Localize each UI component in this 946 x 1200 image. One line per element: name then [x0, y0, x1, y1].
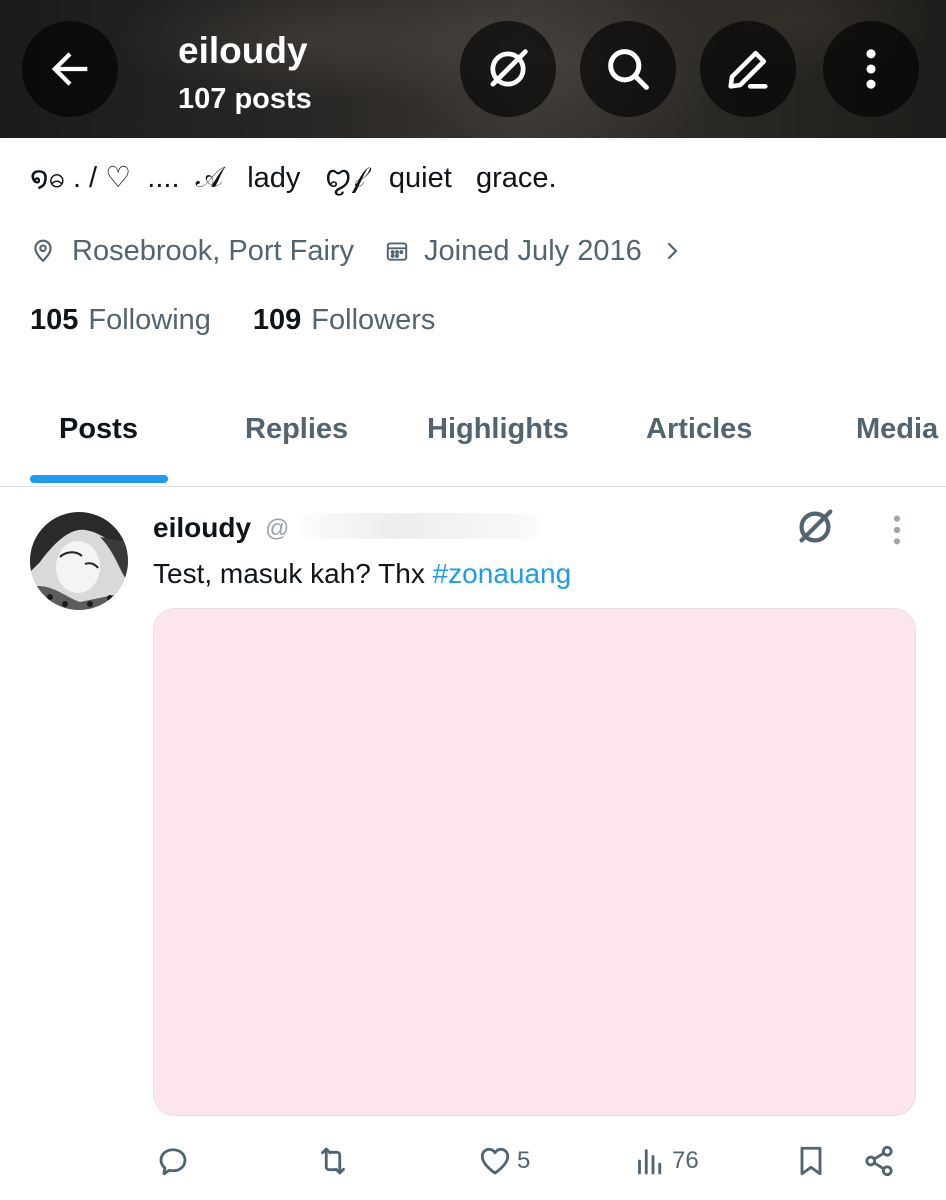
tab-replies[interactable]: Replies	[245, 409, 348, 449]
followers-link[interactable]: 109 Followers	[253, 300, 435, 340]
active-tab-indicator	[30, 475, 168, 483]
profile-tabs: Posts Replies Highlights Articles Media	[0, 395, 946, 487]
edit-icon	[728, 50, 768, 89]
avatar-image	[30, 512, 128, 610]
heart-icon	[480, 1147, 510, 1175]
like-button[interactable]: 5	[477, 1140, 530, 1182]
edit-profile-button[interactable]	[700, 21, 796, 117]
post-media[interactable]	[153, 608, 916, 1116]
repost-icon	[321, 1147, 345, 1175]
followers-count: 109	[252, 304, 302, 336]
followers-label: Followers	[311, 304, 436, 336]
profile-joined-date: Joined July 2016	[424, 234, 642, 267]
redacted-handle	[300, 513, 540, 539]
back-arrow-icon	[51, 52, 88, 86]
share-button[interactable]	[861, 1140, 897, 1182]
post-body: Test, masuk kah? Thx	[153, 558, 433, 589]
views-icon	[638, 1149, 662, 1175]
post-author-name[interactable]: eiloudy	[153, 510, 251, 546]
repost-button[interactable]	[315, 1140, 351, 1182]
grok-icon	[490, 49, 528, 87]
following-count: 105	[30, 304, 79, 336]
bookmark-icon	[800, 1146, 822, 1176]
tab-articles[interactable]: Articles	[646, 409, 752, 449]
avatar[interactable]	[30, 512, 128, 610]
chevron-right-icon[interactable]	[660, 239, 684, 263]
profile-meta: Rosebrook, Port Fairy Joined July 2016	[30, 230, 684, 272]
post-text: Test, masuk kah? Thx #zonauang	[153, 555, 571, 593]
profile-bio: ໑ဓ . / ♡ .... 𝒜 lady ꨄ𝒻 quiet grace.	[30, 162, 557, 194]
like-count: 5	[517, 1147, 531, 1174]
back-button[interactable]	[22, 21, 118, 117]
tab-posts[interactable]: Posts	[59, 409, 138, 449]
header-title: eiloudy	[178, 30, 308, 71]
view-count: 76	[672, 1147, 699, 1174]
profile-header: eiloudy 107 posts	[0, 0, 946, 138]
bookmark-button[interactable]	[793, 1140, 829, 1182]
reply-button[interactable]	[155, 1140, 191, 1182]
more-icon	[866, 49, 876, 89]
reply-icon	[159, 1148, 187, 1176]
following-label: Following	[88, 304, 211, 336]
search-icon	[608, 49, 649, 90]
calendar-icon	[386, 242, 408, 261]
profile-location: Rosebrook, Port Fairy	[72, 234, 355, 267]
follow-stats: 105 Following 109 Followers	[30, 300, 435, 340]
views-button[interactable]: 76	[632, 1140, 699, 1182]
location-icon	[34, 239, 52, 263]
grok-button[interactable]	[460, 21, 556, 117]
grok-icon[interactable]	[792, 504, 838, 550]
following-link[interactable]: 105 Following	[30, 300, 211, 340]
more-options-button[interactable]	[823, 21, 919, 117]
tab-highlights[interactable]: Highlights	[427, 409, 569, 449]
search-button[interactable]	[580, 21, 676, 117]
post-more-icon[interactable]	[880, 510, 914, 550]
post-count: 107 posts	[178, 83, 312, 115]
post-hashtag[interactable]: #zonauang	[433, 558, 572, 589]
tab-media[interactable]: Media	[856, 409, 938, 449]
post-author-handle[interactable]: @	[265, 512, 289, 546]
share-icon	[865, 1145, 893, 1177]
